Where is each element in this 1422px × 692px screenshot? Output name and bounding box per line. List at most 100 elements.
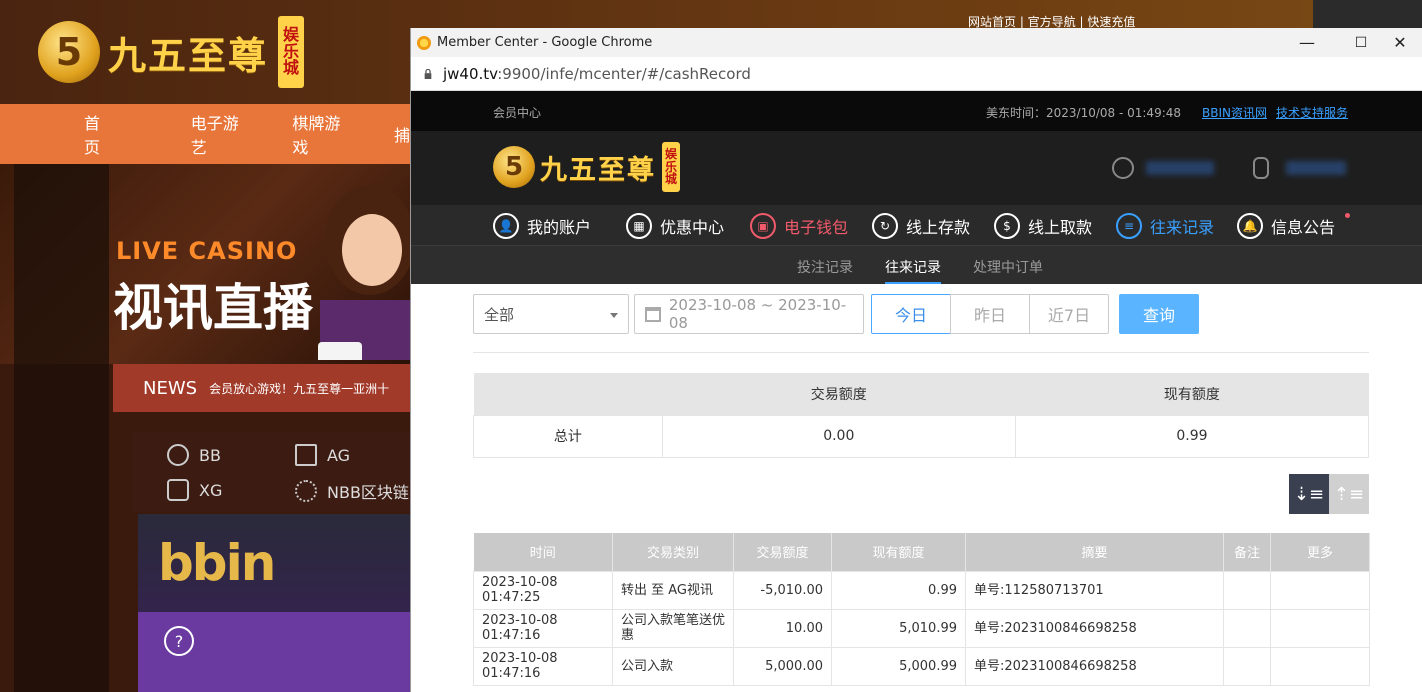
window-titlebar[interactable]: Member Center - Google Chrome — ☐ ✕ [411,28,1422,57]
provider-nbb[interactable]: NBB区块链 [295,479,409,503]
col-amount: 交易额度 [733,533,832,571]
bbin-news-link[interactable]: BBIN资讯网 [1202,104,1267,121]
member-nav: 👤 我的账户 ▦ 优惠中心 ▣ 电子钱包 ↻ 线上存款 $ 线上取款 ≡ 往来记… [411,205,1422,246]
nav-online-deposit[interactable]: ↻ 线上存款 [872,205,970,246]
col-type: 交易类别 [612,533,734,571]
summary-header-balance: 现有额度 [1015,373,1369,415]
wallet-icon: ▣ [750,212,776,239]
cell-amount: -5,010.00 [733,570,832,610]
address-bar[interactable]: jw40.tv:9900/infe/mcenter/#/cashRecord [411,57,1422,91]
member-subnav: 投注记录 往来记录 处理中订单 [411,246,1422,284]
nbb-nodes-icon [295,480,317,502]
url-text[interactable]: jw40.tv:9900/infe/mcenter/#/cashRecord [443,65,751,83]
account-avatar-icon[interactable] [1112,157,1134,179]
xg-logo-icon [167,479,189,501]
record-icon: ≡ [1116,212,1142,239]
member-top-strip: 会员中心 美东时间：2023/10/08 - 01:49:48 BBIN资讯网 … [411,91,1422,131]
news-label: NEWS [143,377,198,399]
bg-banner-side [14,164,109,692]
table-row: 2023-10-08 01:47:16 公司入款笔笔送优惠 10.00 5,01… [473,608,1370,648]
provider-xg[interactable]: XG [167,479,222,501]
bg-top-right-strip [1313,0,1422,28]
provider-ag[interactable]: AG [295,444,350,466]
summary-current-balance: 0.99 [1014,414,1370,458]
balance-redacted [1286,161,1346,175]
cell-time: 2023-10-08 01:47:16 [473,646,613,686]
site-favicon-icon [417,35,431,50]
date-range-value: 2023-10-08 ~ 2023-10-08 [668,296,847,332]
deposit-icon: ↻ [872,212,898,239]
nav-announcements[interactable]: 🔔 信息公告 [1237,205,1335,246]
bg-logo[interactable]: 5 九五至尊 娱 乐 城 [38,16,305,88]
cell-summary: 单号:2023100846698258 [965,646,1224,686]
cell-remark [1223,570,1271,610]
chrome-popup-window: Member Center - Google Chrome — ☐ ✕ jw40… [410,28,1422,692]
cell-type: 转出 至 AG视讯 [612,570,734,610]
provider-bb[interactable]: BB [167,444,221,466]
nav-e-wallet[interactable]: ▣ 电子钱包 [750,205,848,246]
live-casino-title: 视讯直播 [113,279,313,337]
cell-more[interactable] [1270,646,1370,686]
nav-promotions[interactable]: ▦ 优惠中心 [626,205,724,246]
summary-total-amount: 0.00 [661,414,1016,458]
window-title: Member Center - Google Chrome [437,35,653,50]
cell-type: 公司入款 [612,646,734,686]
records-content: 全部 2023-10-08 ~ 2023-10-08 今日 昨日 近7日 查询 … [411,284,1422,692]
bg-bbin-panel[interactable]: bbin ? [138,514,410,692]
cell-more[interactable] [1270,570,1370,610]
balance-icon[interactable] [1253,157,1269,179]
cell-remark [1223,646,1271,686]
cell-type: 公司入款笔笔送优惠 [612,608,734,648]
member-logo-badge: 娱 乐 城 [662,142,680,192]
bg-logo-text: 九五至尊 [108,32,269,78]
cell-remark [1223,608,1271,648]
tab-bet-records[interactable]: 投注记录 [797,257,853,277]
tab-pending-orders[interactable]: 处理中订单 [973,257,1043,277]
close-button[interactable]: ✕ [1377,28,1422,57]
bg-main-nav: 首页 电子游艺 棋牌游戏 捕 [0,104,410,164]
bg-nav-cards[interactable]: 棋牌游戏 [292,110,346,158]
cell-balance: 0.99 [831,570,966,610]
tab-transaction-records[interactable]: 往来记录 [885,257,941,284]
bg-nav-fish[interactable]: 捕 [394,122,410,146]
bb-chip-icon [167,444,189,466]
member-logo[interactable]: 5 九五至尊 娱 乐 城 [493,142,680,192]
sort-ascending-button[interactable]: ⇡≡ [1329,474,1369,514]
bell-icon: 🔔 [1237,212,1263,239]
table-row: 2023-10-08 01:47:25 转出 至 AG视讯 -5,010.00 … [473,570,1370,610]
bg-nav-slots[interactable]: 电子游艺 [191,110,245,158]
bg-nav-home[interactable]: 首页 [84,110,111,158]
sort-descending-button[interactable]: ⇣≡ [1289,474,1329,514]
tech-support-link[interactable]: 技术支持服务 [1276,104,1348,121]
notification-dot [1345,213,1350,218]
records-header-row: 时间 交易类别 交易额度 现有额度 摘要 备注 更多 [473,533,1370,571]
yesterday-button[interactable]: 昨日 [950,294,1030,334]
transaction-type-select[interactable]: 全部 [473,294,629,334]
cell-summary: 单号:112580713701 [965,570,1224,610]
sort-asc-icon: ⇡≡ [1333,483,1365,505]
bg-logo-badge: 娱 乐 城 [278,16,305,88]
col-balance: 现有额度 [831,533,966,571]
last-7-days-button[interactable]: 近7日 [1029,294,1109,334]
cell-balance: 5,000.99 [831,646,966,686]
today-button[interactable]: 今日 [871,294,951,334]
live-casino-label: LIVE CASINO [116,237,298,265]
cell-amount: 5,000.00 [733,646,832,686]
cell-more[interactable] [1270,608,1370,648]
calendar-icon [645,306,661,322]
help-icon[interactable]: ? [164,626,194,656]
nav-online-withdraw[interactable]: $ 线上取款 [994,205,1092,246]
col-time: 时间 [473,533,613,571]
user-icon: 👤 [493,212,519,239]
cell-amount: 10.00 [733,608,832,648]
nav-my-account[interactable]: 👤 我的账户 [493,205,591,246]
summary-table: 交易额度 现有额度 总计 0.00 0.99 [473,373,1370,458]
bg-news-bar: NEWS 会员放心游戏！九五至尊一亚洲十 [113,364,410,412]
lock-icon [424,68,432,79]
minimize-button[interactable]: — [1284,28,1330,57]
date-range-picker[interactable]: 2023-10-08 ~ 2023-10-08 [634,294,864,334]
nav-transaction-records[interactable]: ≡ 往来记录 [1116,205,1214,246]
summary-total-label: 总计 [473,414,663,458]
query-button[interactable]: 查询 [1119,294,1199,334]
cell-balance: 5,010.99 [831,608,966,648]
